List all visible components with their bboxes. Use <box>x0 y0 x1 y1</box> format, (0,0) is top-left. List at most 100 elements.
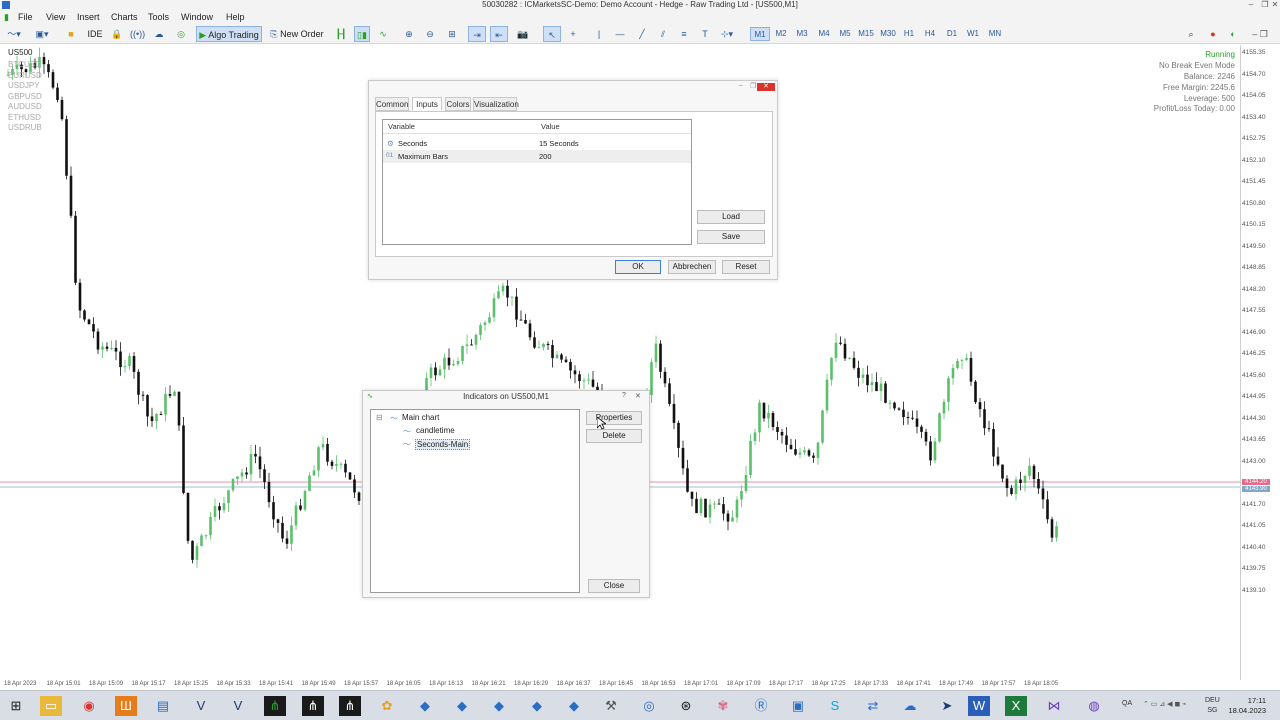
metatrader-icon[interactable]: ⋔ <box>264 696 286 716</box>
app-pink-icon[interactable]: ✾ <box>712 696 734 716</box>
close-window-button[interactable]: ✕ <box>1268 0 1280 10</box>
app-doc-icon[interactable]: ▣ <box>787 696 809 716</box>
app-diamond-icon[interactable]: ◆ <box>414 696 436 716</box>
menu-insert[interactable]: Insert <box>77 10 100 24</box>
app-diamond2-icon[interactable]: ◆ <box>451 696 473 716</box>
ok-button[interactable]: OK <box>615 260 661 274</box>
input-row[interactable]: 01 Maximum Bars 200 <box>383 150 691 163</box>
dialog-maximize-icon[interactable]: ❐ <box>750 82 756 90</box>
menu-window[interactable]: Window <box>181 10 213 24</box>
delete-button[interactable]: Delete <box>586 429 642 443</box>
symbol-item[interactable]: USDJPY <box>8 81 40 90</box>
zoom-out-icon[interactable]: ⊖ <box>423 26 437 42</box>
tf-mn[interactable]: MN <box>985 27 1005 41</box>
input-value[interactable]: 15 Seconds <box>539 139 579 148</box>
vps-icon[interactable]: ◎ <box>174 26 188 42</box>
dialog-close-button[interactable]: ✕ <box>757 83 775 91</box>
tf-w1[interactable]: W1 <box>963 27 983 41</box>
app-window-icon[interactable]: ▤ <box>152 696 174 716</box>
screenshot-icon[interactable]: 📷 <box>516 26 530 42</box>
reset-button[interactable]: Reset <box>722 260 770 274</box>
signals-icon[interactable]: ((•)) <box>130 26 145 42</box>
load-button[interactable]: Load <box>697 210 765 224</box>
tf-m4[interactable]: M4 <box>814 27 834 41</box>
line-chart-icon[interactable]: ∿ <box>376 26 390 42</box>
input-language[interactable]: DEU SG <box>1205 696 1220 716</box>
save-button[interactable]: Save <box>697 230 765 244</box>
equidistant-channel-icon[interactable]: ⫽ <box>656 26 670 42</box>
profiles-icon[interactable]: ■ <box>64 26 78 42</box>
app-v-icon[interactable]: V <box>190 696 212 716</box>
indicators-icon[interactable]: 〜▾ <box>6 26 22 42</box>
tab-common[interactable]: Common <box>375 97 409 111</box>
tf-m2[interactable]: M2 <box>771 27 791 41</box>
market-icon[interactable]: ☁ <box>152 26 166 42</box>
symbol-item[interactable]: EURUSD <box>8 71 42 80</box>
lock-icon[interactable]: 🔒 <box>110 26 124 42</box>
app-diamond4-icon[interactable]: ◆ <box>526 696 548 716</box>
chart-window-icon[interactable]: ▮ <box>4 10 9 24</box>
tray-icons[interactable]: ⌃ ▭ ⊿ ◀ ◼ ⌁ <box>1143 700 1186 708</box>
new-order-button[interactable]: ⎘ New Order <box>268 26 326 42</box>
autoscroll-icon[interactable]: ⇥ <box>468 26 486 42</box>
app-arrows-icon[interactable]: ⇄ <box>862 696 884 716</box>
ide-button[interactable]: IDE <box>86 26 104 42</box>
app-aperture-icon[interactable]: ⊛ <box>675 696 697 716</box>
algo-trading-button[interactable]: ▶ Algo Trading <box>196 26 262 42</box>
onedrive-icon[interactable]: ☁ <box>899 696 921 716</box>
help-icon[interactable]: ? <box>622 392 626 399</box>
app-r-icon[interactable]: Ⓡ <box>750 696 772 716</box>
shapes-icon[interactable]: ⊹▾ <box>716 26 738 42</box>
trendline-icon[interactable]: ╱ <box>635 26 649 42</box>
tray-language-code[interactable]: QA <box>1122 700 1132 707</box>
tf-h4[interactable]: H4 <box>920 27 940 41</box>
tab-visualization[interactable]: Visualization <box>473 97 519 111</box>
tree-item-candletime[interactable]: candletime <box>416 426 455 435</box>
tf-m1[interactable]: M1 <box>750 27 770 41</box>
new-chart-icon[interactable]: ▣▾ <box>34 26 50 42</box>
cursor-icon[interactable]: ↖ <box>543 26 561 42</box>
app-tools-icon[interactable]: ⚒ <box>600 696 622 716</box>
app-arrow-icon[interactable]: ➤ <box>936 696 958 716</box>
metatrader2-icon[interactable]: ⋔ <box>302 696 324 716</box>
tab-inputs[interactable]: Inputs <box>412 97 442 111</box>
tree-root-main-chart[interactable]: Main chart <box>402 413 439 422</box>
menu-file[interactable]: File <box>18 10 33 24</box>
notifications-icon[interactable]: ● <box>1206 26 1220 42</box>
menu-view[interactable]: View <box>46 10 65 24</box>
symbol-item[interactable]: USDRUB <box>8 123 42 132</box>
input-row[interactable]: ⚙ Seconds 15 Seconds <box>383 137 691 150</box>
tf-d1[interactable]: D1 <box>942 27 962 41</box>
window-restore-icon[interactable]: – ❐ ✕ <box>1248 26 1272 55</box>
crosshair-icon[interactable]: + <box>566 26 580 42</box>
file-explorer-icon[interactable]: ▭ <box>40 696 62 716</box>
bar-chart-icon[interactable]: ┠┨ <box>334 26 348 42</box>
symbol-item[interactable]: BTCUSD <box>8 60 41 69</box>
excel-icon[interactable]: X <box>1005 696 1027 716</box>
symbol-item[interactable]: GBPUSD <box>8 92 42 101</box>
app-gear-icon[interactable]: ✿ <box>376 696 398 716</box>
metatrader3-icon[interactable]: ⋔ <box>339 696 361 716</box>
windows-start-icon[interactable]: ⊞ <box>5 696 27 716</box>
collapse-icon[interactable]: ⊟ <box>376 413 383 422</box>
vertical-line-icon[interactable]: | <box>592 26 606 42</box>
input-value[interactable]: 200 <box>539 152 552 161</box>
tf-m5[interactable]: M5 <box>835 27 855 41</box>
menu-help[interactable]: Help <box>226 10 245 24</box>
skype-icon[interactable]: S <box>824 696 846 716</box>
menu-tools[interactable]: Tools <box>148 10 169 24</box>
app-v2-icon[interactable]: V <box>227 696 249 716</box>
app-purple-icon[interactable]: ◍ <box>1083 696 1105 716</box>
tf-m3[interactable]: M3 <box>792 27 812 41</box>
account-icon[interactable]: ◐ <box>1226 26 1240 42</box>
tf-h1[interactable]: H1 <box>899 27 919 41</box>
tab-colors[interactable]: Colors <box>445 97 471 111</box>
tf-m30[interactable]: M30 <box>878 27 898 41</box>
symbol-item[interactable]: AUDUSD <box>8 102 42 111</box>
tree-item-seconds-main[interactable]: Seconds-Main <box>415 439 471 450</box>
app-orange-icon[interactable]: Ш <box>115 696 137 716</box>
cancel-button[interactable]: Abbrechen <box>668 260 716 274</box>
chart-shift-icon[interactable]: ⇤ <box>490 26 508 42</box>
app-diamond5-icon[interactable]: ◆ <box>563 696 585 716</box>
minimize-button[interactable]: – <box>1244 0 1258 10</box>
